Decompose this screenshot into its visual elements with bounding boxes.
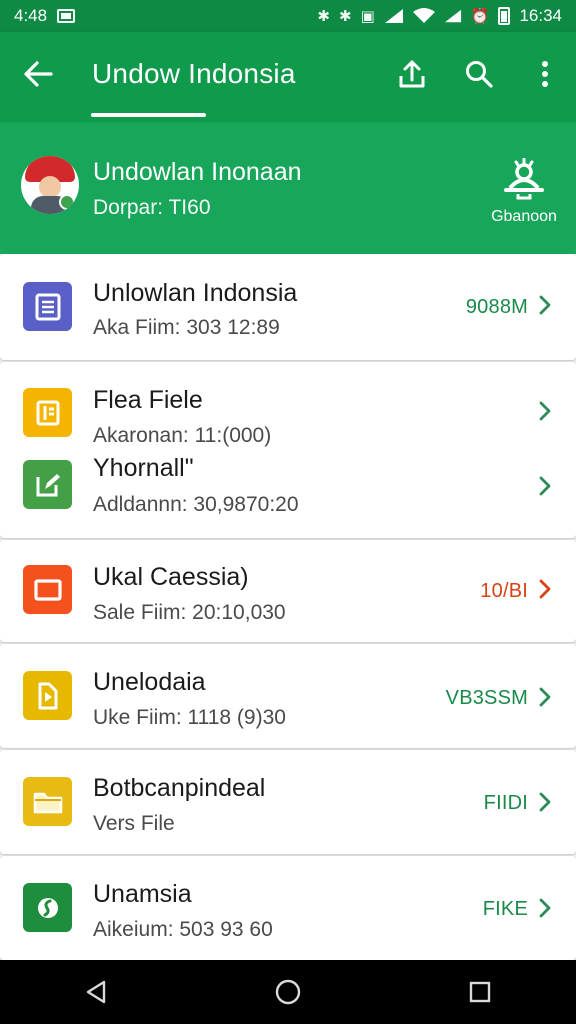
back-arrow-icon xyxy=(24,61,53,87)
nav-back-button[interactable] xyxy=(66,962,126,1022)
item-meta: Akaronan: 11:(000) xyxy=(93,424,272,447)
play-file-icon xyxy=(23,671,72,720)
list-item[interactable]: Yhornall" Adldannn: 30,9870:20 xyxy=(0,450,576,520)
more-options-button[interactable] xyxy=(527,56,563,92)
item-title: Unelodaia xyxy=(93,668,206,696)
home-circle-icon xyxy=(275,979,301,1005)
chevron-right-icon xyxy=(536,401,554,421)
profile-subtitle: Dorpar: TI60 xyxy=(93,196,211,219)
document-icon xyxy=(23,282,72,331)
slides-icon xyxy=(23,565,72,614)
profile-share-button[interactable]: Gbanoon xyxy=(484,158,564,238)
file-icon xyxy=(23,388,72,437)
profile-name: Undowlan Inonaan xyxy=(93,158,302,186)
bluetooth-icon: ✱ xyxy=(317,7,330,25)
back-button[interactable] xyxy=(20,56,56,92)
wifi-icon xyxy=(412,8,435,23)
chevron-right-icon xyxy=(536,898,554,918)
share-button[interactable] xyxy=(394,56,430,92)
sheets-icon xyxy=(23,883,72,932)
avatar[interactable] xyxy=(21,156,79,214)
status-bar: 4:48 ✱ ✱ ▣ ⏰ 16:34 xyxy=(0,0,576,32)
share-person-icon xyxy=(504,158,544,200)
list-item[interactable]: Botbcanpindeal Vers File FIIDI xyxy=(0,766,576,836)
edit-icon xyxy=(23,460,72,509)
item-value: FIKE xyxy=(482,898,528,920)
signal-icon xyxy=(444,9,461,23)
item-meta: Aikeium: 503 93 60 xyxy=(93,918,273,941)
chevron-right-icon xyxy=(536,579,554,599)
profile-share-label: Gbanoon xyxy=(491,208,557,225)
page-title: Undow Indonsia xyxy=(92,58,296,89)
nav-home-button[interactable] xyxy=(258,962,318,1022)
alarm-icon: ⏰ xyxy=(470,7,490,25)
chevron-right-icon xyxy=(536,792,554,812)
item-title: Yhornall" xyxy=(93,454,194,482)
item-title: Unamsia xyxy=(93,880,192,908)
nav-recents-button[interactable] xyxy=(450,962,510,1022)
list-item[interactable]: Ukal Caessia) Sale Fiim: 20:10,030 10/BI xyxy=(0,556,576,626)
bluetooth-icon: ✱ xyxy=(339,7,352,25)
item-value: 10/BI xyxy=(480,580,528,602)
share-upload-icon xyxy=(399,60,425,88)
item-title: Unlowlan Indonsia xyxy=(93,279,298,307)
app-bar: Undow Indonsia xyxy=(0,32,576,122)
vibrate-icon: ▣ xyxy=(360,7,375,25)
list-card: Unamsia Aikeium: 503 93 60 FIKE xyxy=(0,856,576,960)
signal-icon xyxy=(384,9,403,23)
item-value: VB3SSM xyxy=(445,687,528,709)
status-time: 4:48 xyxy=(14,6,48,25)
chevron-right-icon xyxy=(536,295,554,315)
item-title: Botbcanpindeal xyxy=(93,774,266,802)
status-clock: 16:34 xyxy=(519,6,562,25)
title-underline xyxy=(91,113,206,117)
file-list: Unlowlan Indonsia Aka Fiim: 303 12:89 90… xyxy=(0,254,576,960)
search-button[interactable] xyxy=(461,56,497,92)
search-icon xyxy=(466,61,493,88)
folder-icon xyxy=(23,777,72,826)
list-card: Flea Fiele Akaronan: 11:(000) Yhornall" … xyxy=(0,362,576,538)
list-item[interactable]: Unelodaia Uke Fiim: 1118 (9)30 VB3SSM xyxy=(0,660,576,730)
item-title: Flea Fiele xyxy=(93,386,203,414)
chevron-right-icon xyxy=(536,687,554,707)
item-meta: Adldannn: 30,9870:20 xyxy=(93,493,299,516)
item-value: 9088M xyxy=(465,296,528,318)
item-title: Ukal Caessia) xyxy=(93,563,249,591)
item-meta: Uke Fiim: 1118 (9)30 xyxy=(93,706,286,729)
list-item[interactable]: Flea Fiele Akaronan: 11:(000) xyxy=(0,378,576,448)
list-item[interactable]: Unamsia Aikeium: 503 93 60 FIKE xyxy=(0,872,576,942)
item-meta: Aka Fiim: 303 12:89 xyxy=(93,316,280,339)
photo-notification-icon xyxy=(57,9,76,23)
list-card: Unelodaia Uke Fiim: 1118 (9)30 VB3SSM xyxy=(0,644,576,748)
back-triangle-icon xyxy=(86,980,106,1004)
list-card: Unlowlan Indonsia Aka Fiim: 303 12:89 90… xyxy=(0,254,576,360)
system-nav-bar xyxy=(0,960,576,1024)
profile-header: Undowlan Inonaan Dorpar: TI60 Gbanoon xyxy=(0,122,576,254)
item-meta: Vers File xyxy=(93,812,175,835)
list-card: Ukal Caessia) Sale Fiim: 20:10,030 10/BI xyxy=(0,540,576,642)
list-item[interactable]: Unlowlan Indonsia Aka Fiim: 303 12:89 90… xyxy=(0,272,576,342)
item-value: FIIDI xyxy=(483,792,528,814)
list-card: Botbcanpindeal Vers File FIIDI xyxy=(0,750,576,854)
battery-icon xyxy=(498,7,511,25)
more-vert-icon xyxy=(542,61,548,87)
chevron-right-icon xyxy=(536,476,554,496)
item-meta: Sale Fiim: 20:10,030 xyxy=(93,601,286,624)
recents-square-icon xyxy=(469,981,491,1003)
